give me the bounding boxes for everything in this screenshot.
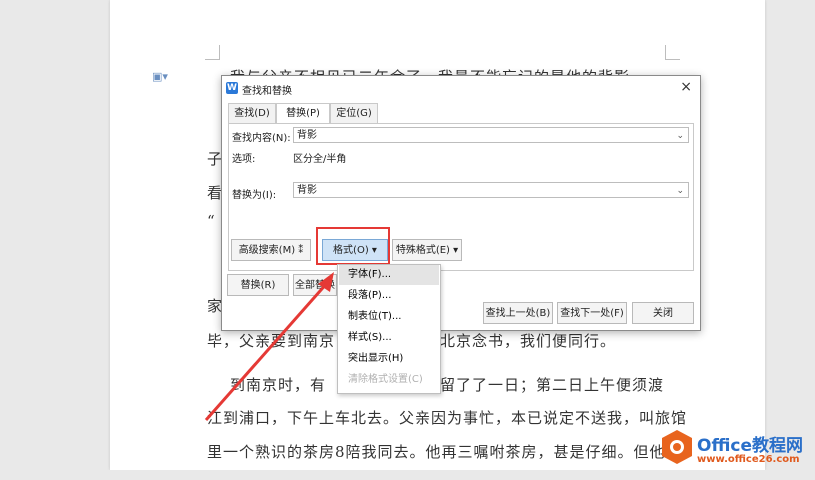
office-logo-icon (662, 430, 692, 464)
office26-watermark: Office教程网 www.office26.com (655, 425, 815, 473)
watermark-name: Office教程网 (697, 436, 804, 456)
annotation-arrow (204, 272, 334, 421)
watermark-url: www.office26.com (697, 454, 800, 465)
arrow-shaft (204, 281, 330, 421)
